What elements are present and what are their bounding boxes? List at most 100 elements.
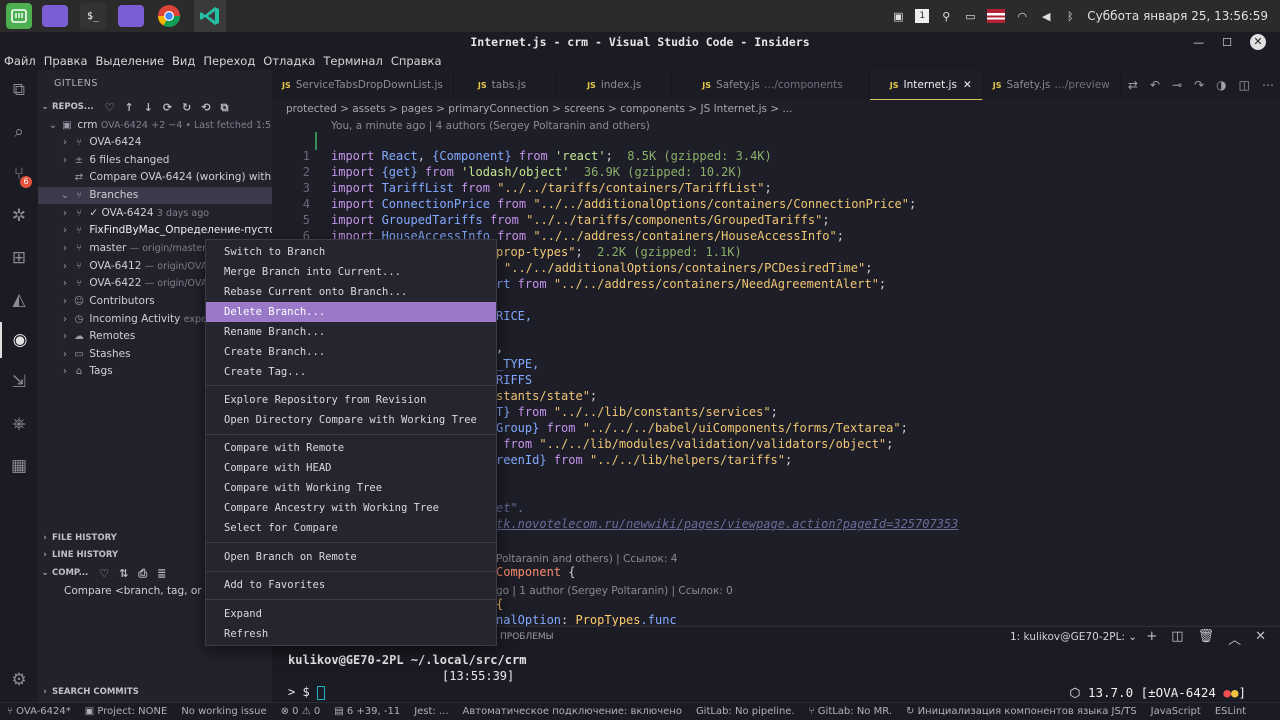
close-panel-icon[interactable]: ✕ <box>1255 629 1266 648</box>
menu-item-expand[interactable]: Expand <box>206 604 496 624</box>
swap-icon[interactable]: ⇅ <box>119 565 128 582</box>
gitlab-icon[interactable]: ◭ <box>0 282 38 318</box>
status-init[interactable]: ↻ Инициализация компонентов языка JS/TS <box>899 706 1144 717</box>
branches-row[interactable]: ⌄ ⑂ Branches <box>38 187 272 204</box>
status-autoconnect[interactable]: Автоматическое подключение: включено <box>456 706 689 717</box>
previous-revision-icon[interactable]: ↶ <box>1150 78 1160 92</box>
menu-help[interactable]: Справка <box>391 54 442 68</box>
remote-icon[interactable]: ⇲ <box>0 364 38 400</box>
gitlens-icon[interactable]: ◉ <box>0 322 38 358</box>
menu-item-compare-remote[interactable]: Compare with Remote <box>206 438 496 458</box>
new-terminal-icon[interactable]: + <box>1146 629 1157 648</box>
folder-icon[interactable] <box>118 5 144 27</box>
status-branch[interactable]: ⑂ OVA-6424* <box>0 706 78 717</box>
repositories-header[interactable]: ⌄ REPOS... ♡ ↑ ↓ ⟳ ↻ ⟲ ⧉ <box>38 99 272 116</box>
menu-edit[interactable]: Правка <box>44 54 88 68</box>
open-changes-icon[interactable]: ⇄ <box>1128 78 1138 92</box>
menu-selection[interactable]: Выделение <box>96 54 165 68</box>
terminal-prompt[interactable]: > $ <box>288 685 325 700</box>
menu-item-merge-branch[interactable]: Merge Branch into Current... <box>206 262 496 282</box>
compare-working-row[interactable]: ⇄ Compare OVA-6424 (working) with <bra <box>38 169 272 186</box>
sync-icon[interactable]: ↻ <box>182 99 191 116</box>
branch-row-fixfindbymac[interactable]: › ⑂ FixFindByMac_Определение-пустого <box>38 222 272 239</box>
search-commits-header[interactable]: › SEARCH COMMITS <box>38 684 272 701</box>
code-lens[interactable]: go | 1 author (Sergey Poltaranin) | Ссыл… <box>496 583 733 599</box>
trash-icon[interactable]: 🗑 <box>1198 629 1215 648</box>
mint-menu-icon[interactable] <box>6 3 32 29</box>
tab-safety-components[interactable]: JS Safety.js …/components <box>672 70 870 100</box>
menu-item-rebase[interactable]: Rebase Current onto Branch... <box>206 282 496 302</box>
blame-annotation[interactable]: You, a minute ago | 4 authors (Sergey Po… <box>331 118 650 135</box>
status-pipeline[interactable]: GitLab: No pipeline. <box>689 706 802 717</box>
repo-row[interactable]: ⌄ ▣ crm OVA-6424 +2 ~4 • Last fetched 1:5… <box>38 117 272 134</box>
commit-icon[interactable]: ⊸ <box>1172 78 1182 92</box>
status-changes[interactable]: ▤ 6 +39, -11 <box>327 706 407 717</box>
vscode-icon[interactable] <box>194 0 226 32</box>
battery-icon[interactable]: ▭ <box>963 9 977 23</box>
menu-item-open-dir-compare[interactable]: Open Directory Compare with Working Tree <box>206 410 496 430</box>
menu-item-create-tag[interactable]: Create Tag... <box>206 362 496 382</box>
terminal-select[interactable]: 1: kulikov@GE70-2PL: ⌄ <box>1010 631 1137 643</box>
docker-icon[interactable]: ▦ <box>0 448 38 484</box>
favorite-icon[interactable]: ♡ <box>105 99 115 116</box>
next-revision-icon[interactable]: ↷ <box>1194 78 1204 92</box>
menu-item-add-favorites[interactable]: Add to Favorites <box>206 575 496 595</box>
menu-item-compare-head[interactable]: Compare with HEAD <box>206 458 496 478</box>
split-terminal-icon[interactable]: ◫ <box>1171 629 1183 648</box>
more-actions-icon[interactable]: ⋯ <box>1262 78 1274 92</box>
settings-gear-icon[interactable]: ⚙ <box>0 662 38 698</box>
panel-tab-problems[interactable]: ПРОБЛЕМЫ <box>500 632 554 642</box>
branch-row-ova-6424[interactable]: › ⑂ ✓ OVA-6424 3 days ago <box>38 205 272 222</box>
search-icon[interactable]: ⌕ <box>0 114 38 150</box>
extensions-icon[interactable]: ⊞ <box>0 240 38 276</box>
explorer-icon[interactable]: ⧉ <box>0 72 38 108</box>
status-issue[interactable]: No working issue <box>174 706 273 717</box>
location-icon[interactable]: ⚲ <box>939 9 953 23</box>
changed-files-row[interactable]: › ± 6 files changed <box>38 152 272 169</box>
status-mr[interactable]: ⑂ GitLab: No MR. <box>802 706 899 717</box>
language-indicator[interactable]: 1 <box>915 9 930 23</box>
menu-item-open-on-remote[interactable]: Open Branch on Remote <box>206 547 496 567</box>
favorite-icon[interactable]: ♡ <box>99 565 109 582</box>
list-icon[interactable]: ≣ <box>157 565 166 582</box>
menu-terminal[interactable]: Терминал <box>323 54 382 68</box>
menu-debug[interactable]: Отладка <box>263 54 315 68</box>
kubernetes-icon[interactable]: ⎈ <box>0 406 38 442</box>
push-icon[interactable]: ↑ <box>124 99 133 116</box>
refresh-icon[interactable]: ⟲ <box>201 99 210 116</box>
menu-item-select-compare[interactable]: Select for Compare <box>206 518 496 538</box>
menu-item-compare-ancestry[interactable]: Compare Ancestry with Working Tree <box>206 498 496 518</box>
volume-icon[interactable]: ◀ <box>1039 9 1053 23</box>
clock[interactable]: Суббота января 25, 13:56:59 <box>1087 9 1268 23</box>
tab-internet[interactable]: JS Internet.js ✕ <box>869 70 983 100</box>
menu-item-rename-branch[interactable]: Rename Branch... <box>206 322 496 342</box>
menu-view[interactable]: Вид <box>172 54 195 68</box>
tab-close-icon[interactable]: ✕ <box>963 79 972 91</box>
minimize-icon[interactable]: — <box>1193 36 1204 49</box>
menu-file[interactable]: Файл <box>4 54 36 68</box>
tab-index[interactable]: JS index.js <box>557 70 673 100</box>
debug-icon[interactable]: ✲ <box>0 198 38 234</box>
source-control-icon[interactable]: ⑂ 6 <box>0 156 38 192</box>
menu-go[interactable]: Переход <box>203 54 255 68</box>
tab-safety-preview[interactable]: JS Safety.js …/preview <box>983 70 1121 100</box>
menu-item-switch-branch[interactable]: Switch to Branch <box>206 242 496 262</box>
bluetooth-icon[interactable]: ᛒ <box>1063 9 1077 23</box>
menu-item-explore-repo[interactable]: Explore Repository from Revision <box>206 390 496 410</box>
blame-icon[interactable]: ◑ <box>1216 78 1226 92</box>
fetch-icon[interactable]: ⟳ <box>163 99 172 116</box>
tab-tabs[interactable]: JS tabs.js <box>454 70 558 100</box>
maximize-icon[interactable]: ☐ <box>1222 36 1232 49</box>
status-project[interactable]: ▣ Project: NONE <box>78 706 175 717</box>
maximize-panel-icon[interactable]: ︿ <box>1228 629 1241 648</box>
breadcrumb[interactable]: protected > assets > pages > primaryConn… <box>286 100 792 118</box>
lock-icon[interactable]: ⎙ <box>138 565 147 582</box>
status-problems[interactable]: ⊗ 0 ⚠ 0 <box>274 706 328 717</box>
status-jest[interactable]: Jest: ... <box>407 706 455 717</box>
menu-item-compare-working-tree[interactable]: Compare with Working Tree <box>206 478 496 498</box>
status-language[interactable]: JavaScript <box>1144 706 1208 717</box>
current-branch-row[interactable]: › ⑂ OVA-6424 <box>38 134 272 151</box>
file-manager-icon[interactable] <box>42 5 68 27</box>
close-icon[interactable]: ✕ <box>1250 34 1266 50</box>
split-editor-icon[interactable]: ◫ <box>1239 78 1250 92</box>
